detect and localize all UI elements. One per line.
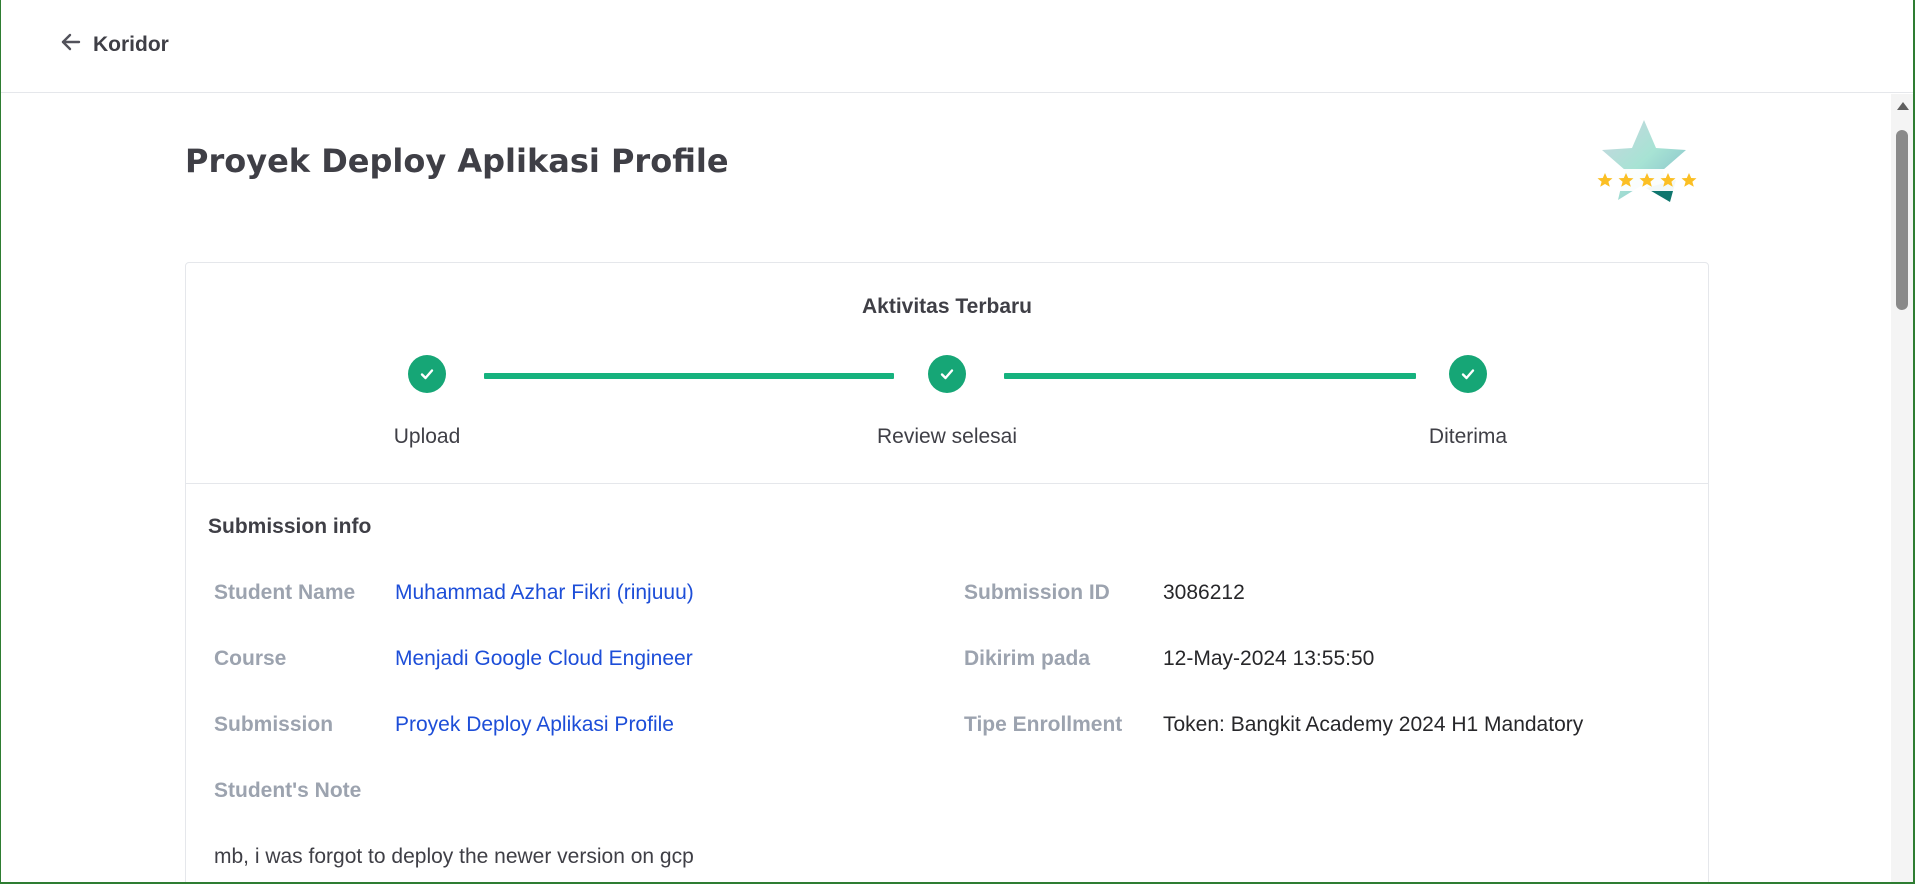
sent-at-label: Dikirim pada [964, 647, 1091, 670]
back-label: Koridor [93, 32, 169, 56]
sent-at-value: 12-May-2024 13:55:50 [1163, 647, 1375, 670]
step-review: Review selesai [817, 355, 1077, 449]
step-accepted: Diterima [1338, 355, 1598, 449]
student-name-link[interactable]: Muhammad Azhar Fikri (rinjuuu) [395, 581, 694, 605]
step-label: Diterima [1428, 425, 1508, 448]
back-button[interactable]: Koridor [59, 30, 169, 59]
submission-label: Submission [214, 713, 334, 736]
check-circle-icon [1449, 355, 1487, 393]
five-star-rating-badge-icon [1584, 118, 1704, 208]
section-divider [186, 483, 1708, 484]
submission-info-title: Submission info [208, 515, 372, 538]
page-title: Proyek Deploy Aplikasi Profile [185, 142, 729, 180]
arrow-left-icon [59, 30, 83, 59]
submission-id-value: 3086212 [1163, 581, 1245, 604]
step-upload: Upload [297, 355, 557, 449]
scroll-up-arrow-icon[interactable] [1897, 102, 1909, 110]
course-link[interactable]: Menjadi Google Cloud Engineer [395, 647, 693, 671]
vertical-scrollbar[interactable] [1891, 94, 1913, 882]
student-note-text: mb, i was forgot to deploy the newer ver… [214, 845, 694, 868]
check-circle-icon [408, 355, 446, 393]
enrollment-type-value: Token: Bangkit Academy 2024 H1 Mandatory [1163, 713, 1584, 736]
submission-card: Aktivitas Terbaru Upload Review selesai [185, 262, 1709, 882]
student-name-label: Student Name [214, 581, 356, 604]
step-label: Upload [393, 425, 461, 448]
enrollment-type-label: Tipe Enrollment [964, 713, 1123, 736]
submission-link[interactable]: Proyek Deploy Aplikasi Profile [395, 713, 674, 737]
check-circle-icon [928, 355, 966, 393]
app-window: Koridor Proyek Deploy Aplikasi Profile A… [1, 0, 1913, 882]
course-label: Course [214, 647, 287, 670]
submission-id-label: Submission ID [964, 581, 1110, 604]
scrollbar-thumb[interactable] [1896, 130, 1908, 310]
step-label: Review selesai [876, 425, 1018, 448]
main-content: Proyek Deploy Aplikasi Profile Aktivitas… [1, 94, 1891, 882]
top-bar: Koridor [1, 0, 1913, 93]
activity-title: Aktivitas Terbaru [862, 295, 1032, 318]
student-note-label: Student's Note [214, 779, 362, 802]
